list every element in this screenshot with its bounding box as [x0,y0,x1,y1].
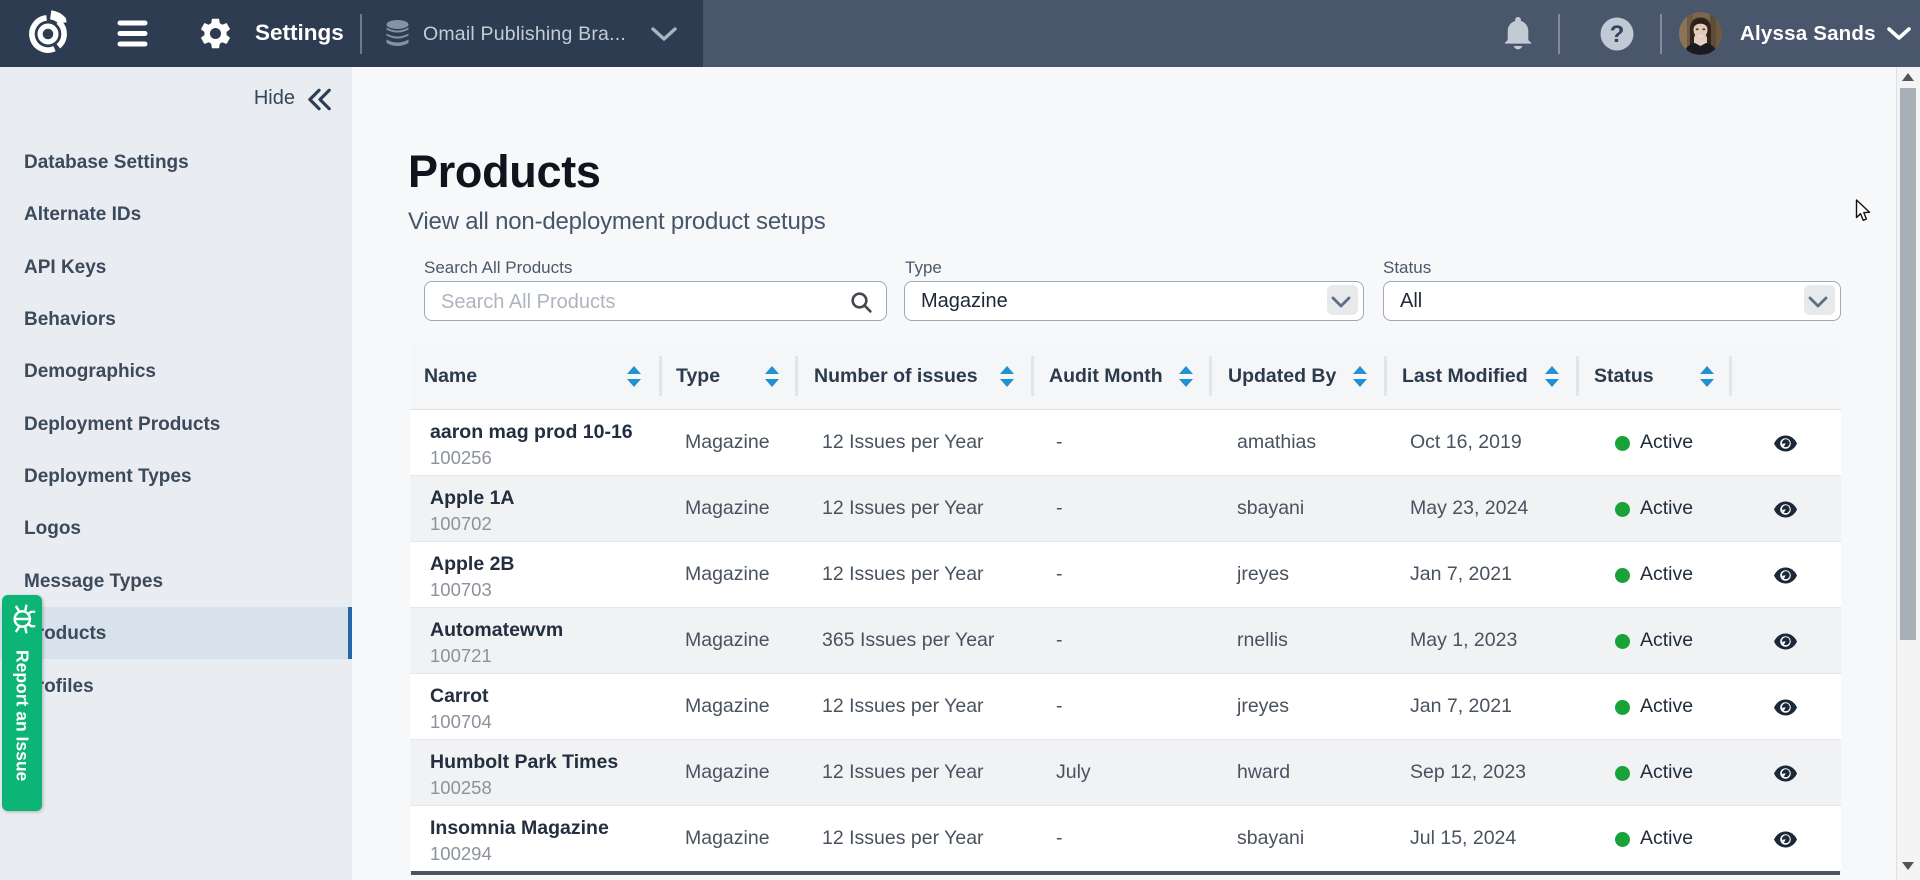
svg-text:?: ? [1610,21,1625,48]
